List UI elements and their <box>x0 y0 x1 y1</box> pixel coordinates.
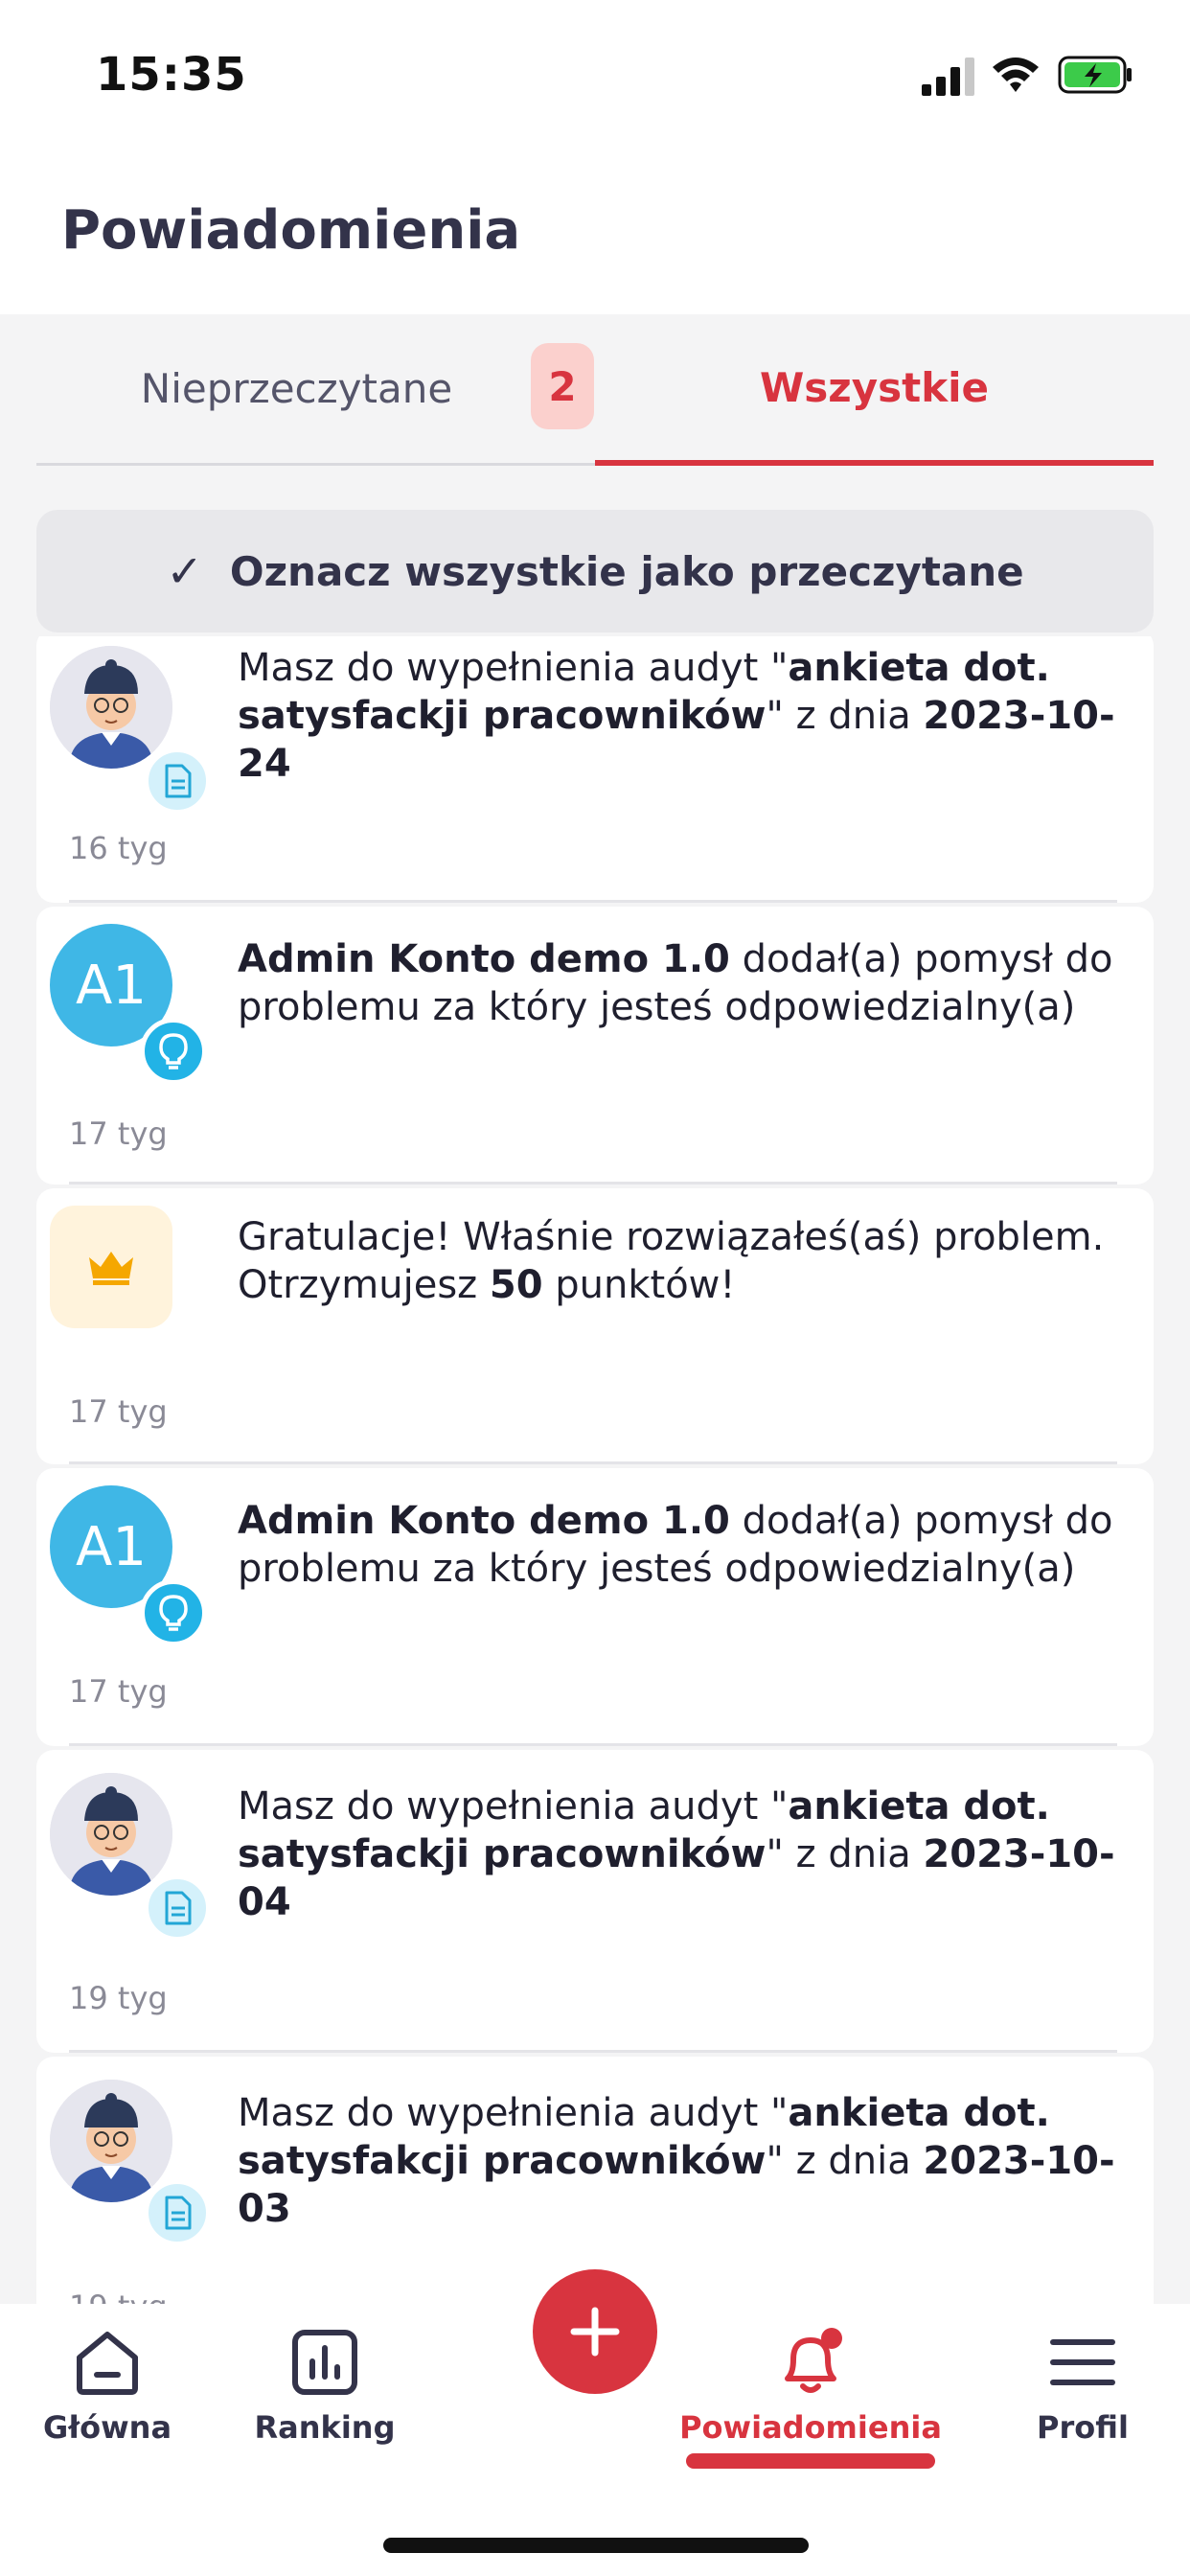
notification-time: 19 tyg <box>69 1980 168 2016</box>
mark-all-read-button[interactable]: ✓ Oznacz wszystkie jako przeczytane <box>36 510 1154 632</box>
notification-time: 17 tyg <box>69 1116 168 1152</box>
document-icon <box>144 2179 211 2246</box>
document-icon <box>144 1874 211 1942</box>
page-title: Powiadomienia <box>61 199 521 262</box>
page-header: Powiadomienia <box>0 153 1190 314</box>
plus-icon <box>570 2307 620 2357</box>
notification-text: Admin Konto demo 1.0 dodał(a) pomysł do … <box>238 937 1113 1029</box>
ranking-chart-icon <box>292 2330 357 2395</box>
notification-item[interactable]: A1 Admin Konto demo 1.0 dodał(a) pomysł … <box>36 907 1154 1184</box>
tab-all[interactable]: Wszystkie <box>595 314 1154 466</box>
add-button[interactable] <box>533 2269 657 2394</box>
person-avatar-icon <box>50 646 172 769</box>
crown-icon <box>89 1252 133 1285</box>
nav-notifications-label: Powiadomienia <box>679 2409 942 2446</box>
tab-unread[interactable]: Nieprzeczytane <box>36 314 595 466</box>
notification-item[interactable]: A1 Admin Konto demo 1.0 dodał(a) pomysł … <box>36 1468 1154 1746</box>
nav-home-label: Główna <box>42 2409 172 2446</box>
menu-icon <box>1050 2339 1115 2385</box>
wifi-icon <box>993 58 1039 92</box>
home-indicator <box>383 2538 809 2553</box>
notification-tabs: Nieprzeczytane 2 Wszystkie <box>36 314 1154 466</box>
divider <box>69 1182 1117 1184</box>
nav-home[interactable]: Główna <box>42 2327 172 2446</box>
person-avatar-icon <box>50 2080 172 2202</box>
document-icon <box>144 748 211 815</box>
notification-list[interactable]: Masz do wypełnienia audyt "ankieta dot. … <box>36 636 1154 2304</box>
divider <box>69 1461 1117 1464</box>
notification-item[interactable]: Masz do wypełnienia audyt "ankieta dot. … <box>36 2057 1154 2304</box>
nav-profile[interactable]: Profil <box>1027 2327 1138 2446</box>
notification-time: 17 tyg <box>69 1393 168 1430</box>
active-tab-indicator <box>686 2453 935 2469</box>
tab-unread-label: Nieprzeczytane <box>140 365 453 412</box>
crown-avatar <box>50 1206 172 1328</box>
notification-item[interactable]: Masz do wypełnienia audyt "ankieta dot. … <box>36 636 1154 903</box>
person-avatar <box>50 646 172 769</box>
lightbulb-icon <box>140 1579 207 1646</box>
notification-text: Masz do wypełnienia audyt "ankieta dot. … <box>238 1784 1115 1924</box>
bottom-navigation: Główna Ranking Powiadomienia Profil <box>0 2269 1190 2576</box>
status-time: 15:35 <box>96 48 247 102</box>
bell-icon <box>785 2328 842 2393</box>
unread-count-badge: 2 <box>531 343 594 429</box>
status-bar: 15:35 <box>0 0 1190 153</box>
person-avatar-icon <box>50 1773 172 1896</box>
tab-all-label: Wszystkie <box>759 363 990 411</box>
notification-item[interactable]: Gratulacje! Właśnie rozwiązałeś(aś) prob… <box>36 1188 1154 1464</box>
nav-ranking[interactable]: Ranking <box>253 2327 397 2446</box>
notification-time: 16 tyg <box>69 830 168 866</box>
notification-time: 17 tyg <box>69 1673 168 1710</box>
checkmark-icon: ✓ <box>166 545 203 597</box>
cellular-signal-icon <box>922 58 974 96</box>
notification-text: Gratulacje! Właśnie rozwiązałeś(aś) prob… <box>238 1215 1105 1307</box>
notification-text: Masz do wypełnienia audyt "ankieta dot. … <box>238 2091 1115 2231</box>
notification-text: Admin Konto demo 1.0 dodał(a) pomysł do … <box>238 1499 1113 1591</box>
divider <box>69 1743 1117 1746</box>
nav-profile-label: Profil <box>1037 2409 1129 2446</box>
notification-time: 19 tyg <box>69 2288 168 2304</box>
person-avatar <box>50 2080 172 2202</box>
notification-item[interactable]: Masz do wypełnienia audyt "ankieta dot. … <box>36 1750 1154 2053</box>
divider <box>69 2050 1117 2053</box>
lightbulb-icon <box>140 1018 207 1085</box>
divider <box>69 900 1117 903</box>
notification-text: Masz do wypełnienia audyt "ankieta dot. … <box>238 646 1115 786</box>
nav-notifications[interactable]: Powiadomienia <box>671 2327 950 2446</box>
mark-all-read-label: Oznacz wszystkie jako przeczytane <box>229 547 1024 595</box>
person-avatar <box>50 1773 172 1896</box>
home-icon <box>77 2332 138 2395</box>
nav-ranking-label: Ranking <box>254 2409 396 2446</box>
battery-charging-icon <box>1058 56 1132 94</box>
